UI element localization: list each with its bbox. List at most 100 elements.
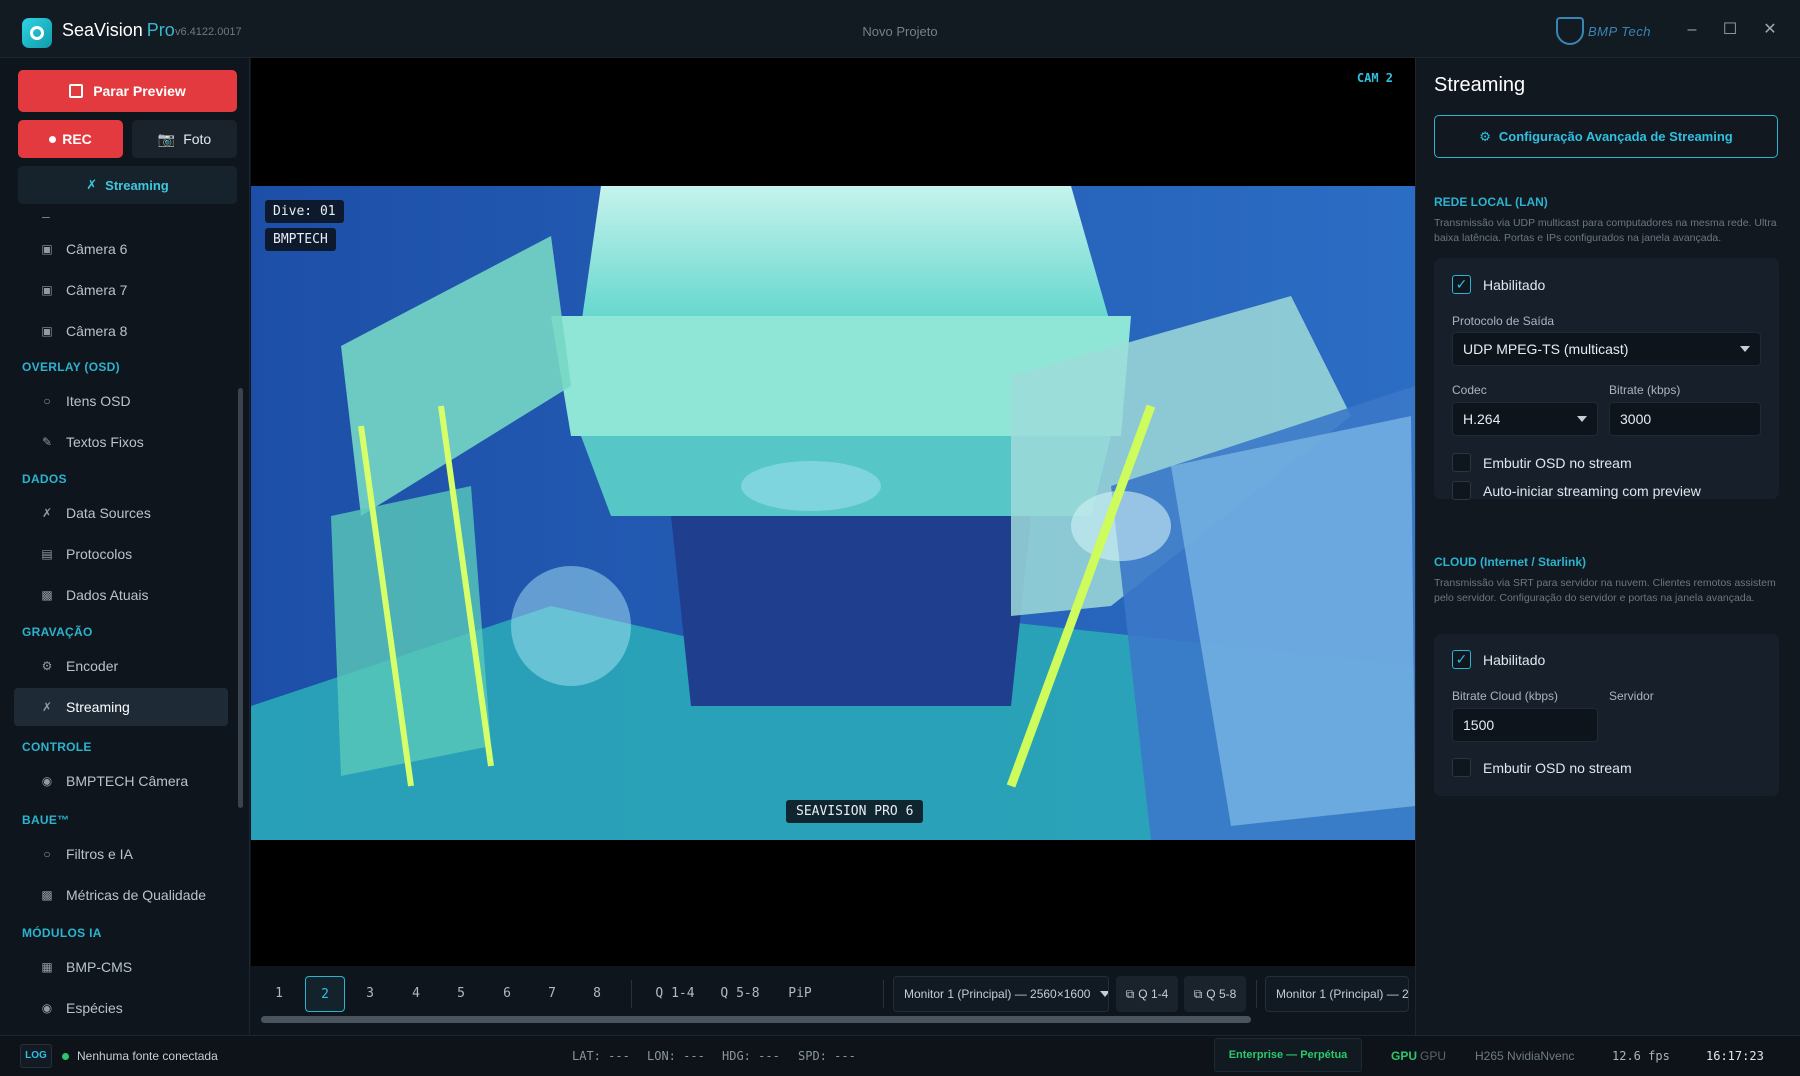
pip-button[interactable]: PiP [775, 976, 825, 1012]
document-icon: ▤ [41, 547, 53, 561]
underwater-scene-image [251, 186, 1415, 840]
sidebar-item-label: Data Sources [66, 505, 151, 521]
cloud-enabled-checkbox[interactable]: ✓ [1452, 650, 1471, 669]
video-camera-icon: ▣ [41, 242, 53, 256]
streaming-button-label: Streaming [105, 177, 169, 193]
camera-1-button[interactable]: 1 [259, 976, 299, 1012]
sidebar-item-protocols[interactable]: ▤ Protocolos [14, 535, 228, 573]
quad-5-8-button[interactable]: Q 5-8 [710, 976, 770, 1012]
codec-value: H.264 [1463, 411, 1501, 427]
maximize-button[interactable]: ☐ [1718, 18, 1742, 42]
camera-3-button[interactable]: 3 [350, 976, 390, 1012]
streaming-button[interactable]: ✗ Streaming [18, 166, 237, 204]
protocol-select[interactable]: UDP MPEG-TS (multicast) [1452, 332, 1761, 366]
advanced-streaming-config-button[interactable]: ⚙ Configuração Avançada de Streaming [1434, 115, 1778, 158]
bitrate-input[interactable]: 3000 [1609, 402, 1761, 436]
sidebar-item-camera-6[interactable]: ▣ Câmera 6 [14, 230, 228, 268]
sidebar-item-camera-7[interactable]: ▣ Câmera 7 [14, 271, 228, 309]
sidebar-item-species[interactable]: ◉ Espécies [14, 989, 228, 1027]
chevron-down-icon [1577, 416, 1587, 422]
close-button[interactable]: ✕ [1758, 18, 1782, 42]
secondary-monitor-select[interactable]: Monitor 1 (Principal) — 2 [1265, 976, 1409, 1012]
cloud-embed-osd-checkbox[interactable] [1452, 758, 1471, 777]
codec-select[interactable]: H.264 [1452, 402, 1598, 436]
sidebar-item-label: Streaming [66, 699, 130, 715]
camera-7-button[interactable]: 7 [532, 976, 572, 1012]
bitrate-value: 3000 [1620, 411, 1652, 427]
sidebar-item-filters-ai[interactable]: ○ Filtros e IA [14, 835, 228, 873]
auto-start-checkbox[interactable] [1452, 481, 1471, 500]
stop-preview-button[interactable]: Parar Preview [18, 70, 237, 112]
quad-1-4-button[interactable]: Q 1-4 [645, 976, 705, 1012]
sidebar-item-label: Câmera 7 [66, 282, 128, 298]
sidebar-item-fixed-texts[interactable]: ✎ Textos Fixos [14, 423, 228, 461]
monitor-select[interactable]: Monitor 1 (Principal) — 2560×1600 [893, 976, 1109, 1012]
lan-description: Transmissão via UDP multicast para compu… [1434, 217, 1777, 244]
camera-4-button[interactable]: 4 [396, 976, 436, 1012]
lan-enabled-row[interactable]: ✓ Habilitado [1452, 275, 1545, 294]
lan-embed-osd-row[interactable]: Embutir OSD no stream [1452, 453, 1632, 472]
monitor-quad-1-4-label: Q 1-4 [1138, 987, 1169, 1001]
camera-5-button[interactable]: 5 [441, 976, 481, 1012]
camera-2-button[interactable]: 2 [305, 976, 345, 1012]
sidebar-item-label: Textos Fixos [66, 434, 144, 450]
horizontal-scrollbar[interactable] [261, 1016, 1251, 1023]
cloud-bitrate-value: 1500 [1463, 717, 1495, 733]
video-viewport[interactable]: CAM 2 Dive: 01 BMPTECH SEAVISION PRO 6 [251, 58, 1415, 966]
lan-enabled-label: Habilitado [1483, 276, 1546, 293]
section-dados: DADOS [22, 472, 67, 486]
sidebar-scrollbar[interactable] [238, 388, 243, 808]
secondary-monitor-value: Monitor 1 (Principal) — 2 [1276, 987, 1409, 1001]
sidebar-item-label: Dados Atuais [66, 587, 149, 603]
copy-icon: ⧉ [1125, 986, 1135, 1001]
photo-button[interactable]: 📷 Foto [132, 120, 237, 158]
sidebar-item-encoder[interactable]: ⚙ Encoder [14, 647, 228, 685]
sidebar-item-label: BMPTECH Câmera [66, 773, 189, 789]
lan-enabled-checkbox[interactable]: ✓ [1452, 275, 1471, 294]
sidebar-item-camera-8[interactable]: ▣ Câmera 8 [14, 312, 228, 350]
cloud-enabled-row[interactable]: ✓ Habilitado [1452, 650, 1545, 669]
monitor-quad-5-8-label: Q 5-8 [1206, 987, 1237, 1001]
encoder-status: H265 NvidiaNvenc [1475, 1049, 1575, 1063]
sidebar-item-label: Itens OSD [66, 393, 131, 409]
photo-label: Foto [183, 131, 212, 147]
cloud-embed-osd-label: Embutir OSD no stream [1483, 759, 1632, 776]
camera-label: CAM 2 [1356, 71, 1393, 85]
camera-8-button[interactable]: 8 [577, 976, 617, 1012]
sidebar-item-bmptech-camera[interactable]: ◉ BMPTECH Câmera [14, 762, 228, 800]
lan-settings-card: ✓ Habilitado Protocolo de Saída UDP MPEG… [1434, 258, 1779, 500]
cloud-bitrate-input[interactable]: 1500 [1452, 708, 1598, 742]
cloud-embed-osd-row[interactable]: Embutir OSD no stream [1452, 758, 1632, 777]
dive-overlay: Dive: 01 [265, 200, 344, 223]
section-gravacao: GRAVAÇÃO [22, 625, 93, 639]
divider [883, 980, 884, 1008]
rec-button[interactable]: REC [18, 120, 123, 158]
sidebar-item-streaming[interactable]: ✗ Streaming [14, 688, 228, 726]
monitor-quad-5-8-button[interactable]: ⧉ Q 5-8 [1184, 976, 1246, 1012]
gear-icon: ⚙ [41, 659, 53, 673]
chevron-down-icon [1740, 346, 1750, 352]
video-camera-icon: ▣ [41, 283, 53, 297]
sidebar-item-current-data[interactable]: ▩ Dados Atuais [14, 576, 228, 614]
lan-embed-osd-checkbox[interactable] [1452, 453, 1471, 472]
monitor-quad-1-4-button[interactable]: ⧉ Q 1-4 [1116, 976, 1178, 1012]
sidebar-nav: – ▣ Câmera 6 ▣ Câmera 7 ▣ Câmera 8 OVERL… [0, 208, 240, 1035]
project-name: Novo Projeto [862, 24, 938, 39]
log-button[interactable]: LOG [20, 1044, 52, 1068]
stop-icon [69, 84, 84, 98]
sidebar-item-osd-items[interactable]: ○ Itens OSD [14, 382, 228, 420]
cloud-section-title: CLOUD (Internet / Starlink) [1434, 555, 1587, 569]
camera-6-button[interactable]: 6 [487, 976, 527, 1012]
sidebar-item-bmp-cms[interactable]: ▦ BMP-CMS [14, 948, 228, 986]
sidebar-item-label: Encoder [66, 658, 119, 674]
brand-logo: BMP Tech [1556, 16, 1664, 46]
camera-control-bar: 1 2 3 4 5 6 7 8 Q 1-4 Q 5-8 PiP Monitor … [251, 966, 1415, 1023]
spd-readout: SPD: --- [798, 1049, 856, 1063]
footer-overlay: SEAVISION PRO 6 [786, 800, 924, 823]
sidebar-item-quality-metrics[interactable]: ▩ Métricas de Qualidade [14, 876, 228, 914]
panel-title: Streaming [1434, 74, 1526, 96]
sidebar-item-data-sources[interactable]: ✗ Data Sources [14, 494, 228, 532]
minimize-button[interactable]: – [1680, 18, 1704, 42]
auto-start-row[interactable]: Auto-iniciar streaming com preview [1452, 481, 1701, 500]
cloud-description: Transmissão via SRT para servidor na nuv… [1434, 577, 1776, 604]
